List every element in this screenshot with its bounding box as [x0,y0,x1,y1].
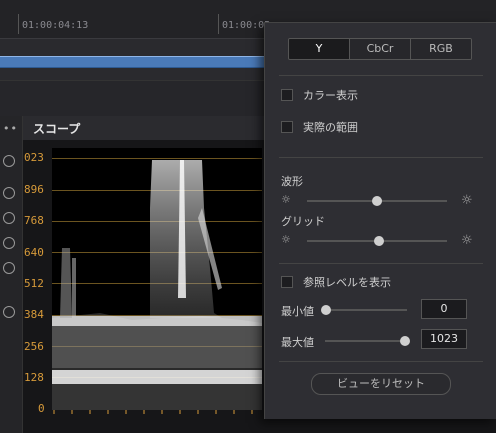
color-display-label: カラー表示 [303,89,358,102]
scope-option-radio[interactable] [3,187,15,199]
color-display-checkbox[interactable] [281,89,293,101]
divider [279,75,483,76]
waveform-x-axis [53,410,253,414]
channel-segmented-control: Y CbCr RGB [288,38,472,60]
min-level-track[interactable] [325,309,407,311]
max-level-label: 最大値 [281,336,314,349]
y-axis-label: 023 [24,151,44,164]
y-axis-label: 256 [24,340,44,353]
scope-option-radio[interactable] [3,262,15,274]
max-level-input[interactable]: 1023 [421,329,467,349]
scope-settings-popup: Y CbCr RGB カラー表示 実際の範囲 波形 ☼ ☼ グリッド ☼ ☼ 参… [264,22,496,419]
scope-option-radio[interactable] [3,306,15,318]
waveform-brightness-label: 波形 [281,175,303,188]
y-axis-label: 512 [24,277,44,290]
min-level-slider[interactable] [321,305,331,315]
max-level-track[interactable] [325,340,407,342]
tab-rgb[interactable]: RGB [411,39,471,59]
waveform-brightness-slider[interactable] [372,196,382,206]
y-axis-label: 128 [24,371,44,384]
scope-option-radio[interactable] [3,212,15,224]
panel-options-icon[interactable]: •• [3,122,18,135]
scope-option-radio[interactable] [3,237,15,249]
reference-levels-label: 参照レベルを表示 [303,276,391,289]
y-axis-label: 896 [24,183,44,196]
tab-y[interactable]: Y [289,39,350,59]
ruler-tick [218,14,219,34]
actual-range-checkbox[interactable] [281,121,293,133]
ruler-tick [18,14,19,34]
actual-range-label: 実際の範囲 [303,121,358,134]
divider [279,157,483,158]
y-axis-label: 768 [24,214,44,227]
max-level-slider[interactable] [400,336,410,346]
brightness-low-icon: ☼ [281,233,291,246]
tab-cbcr[interactable]: CbCr [350,39,411,59]
divider [279,263,483,264]
min-level-label: 最小値 [281,305,314,318]
brightness-high-icon: ☼ [461,233,473,248]
scope-title: スコープ [33,122,81,136]
scope-option-radio[interactable] [3,155,15,167]
brightness-high-icon: ☼ [461,193,473,208]
y-axis-label: 0 [38,402,45,415]
waveform-trace [52,160,262,410]
y-axis-label: 384 [24,308,44,321]
timecode-label: 01:00:05 [222,20,271,31]
brightness-low-icon: ☼ [281,193,291,206]
grid-brightness-label: グリッド [281,215,325,228]
min-level-input[interactable]: 0 [421,299,467,319]
divider [279,361,483,362]
grid-brightness-slider[interactable] [374,236,384,246]
reference-levels-checkbox[interactable] [281,276,293,288]
y-axis-label: 640 [24,246,44,259]
timecode-label: 01:00:04:13 [22,20,89,31]
reset-view-button[interactable]: ビューをリセット [311,373,451,395]
waveform-display [52,148,262,410]
